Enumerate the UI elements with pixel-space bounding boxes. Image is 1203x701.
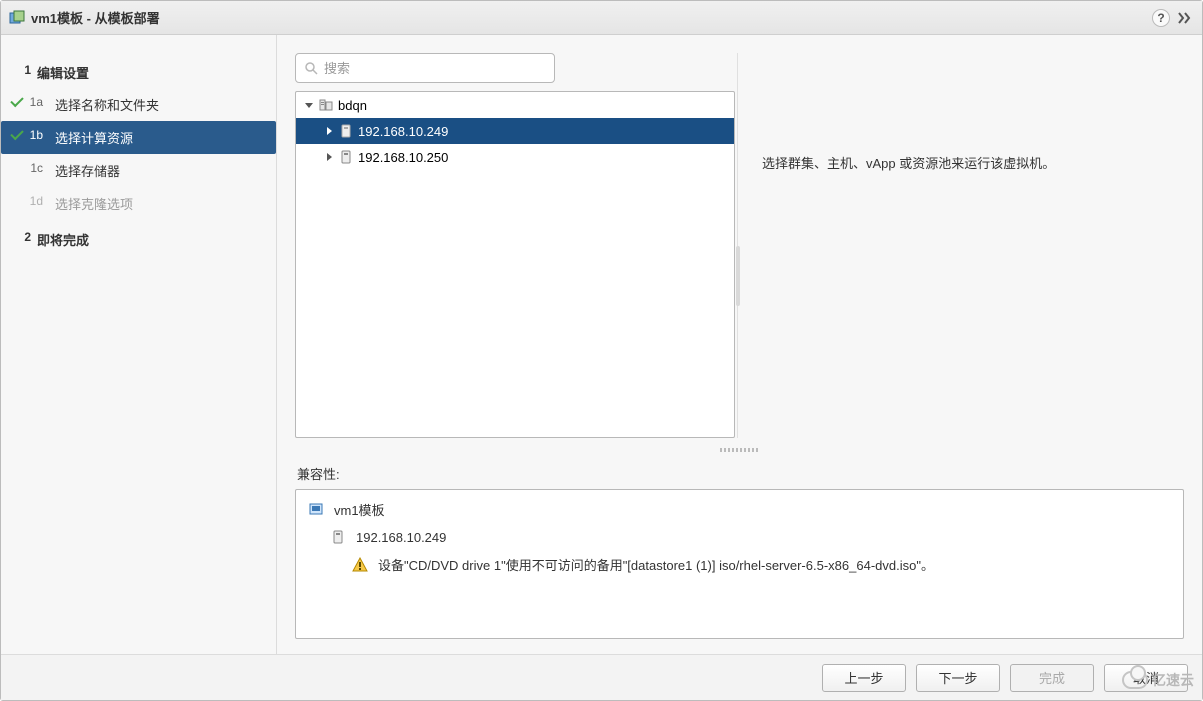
- compat-host-row: 192.168.10.249: [308, 529, 1171, 545]
- step-1b[interactable]: 1b 选择计算资源: [1, 121, 276, 154]
- tree-host-label: 192.168.10.249: [358, 124, 448, 139]
- host-icon: [330, 529, 346, 545]
- search-icon: [304, 61, 318, 75]
- step-group-1: 1 编辑设置: [1, 57, 276, 88]
- back-button[interactable]: 上一步: [822, 664, 906, 692]
- step-1a[interactable]: 1a 选择名称和文件夹: [1, 88, 276, 121]
- titlebar: vm1模板 - 从模板部署 ?: [1, 1, 1202, 35]
- host-icon: [338, 149, 354, 165]
- splitter-handle-vertical[interactable]: [736, 246, 740, 306]
- step-1c[interactable]: 1c 选择存储器: [1, 154, 276, 187]
- wizard-steps-sidebar: 1 编辑设置 1a 选择名称和文件夹 1b 选择计算资源 1c 选择存储器: [1, 35, 277, 654]
- expand-toggle-icon[interactable]: [302, 98, 316, 112]
- tree-host-label: 192.168.10.250: [358, 150, 448, 165]
- host-icon: [338, 123, 354, 139]
- help-button[interactable]: ?: [1152, 9, 1170, 27]
- tree-host-1[interactable]: 192.168.10.249: [296, 118, 734, 144]
- vm-icon: [308, 502, 324, 518]
- expand-toggle-icon[interactable]: [322, 150, 336, 164]
- compat-warning-row: 设备"CD/DVD drive 1"使用不可访问的备用"[datastore1 …: [308, 555, 1171, 574]
- tree-root[interactable]: bdqn: [296, 92, 734, 118]
- tree-root-label: bdqn: [338, 98, 367, 113]
- check-icon: [9, 94, 25, 110]
- vm-template-icon: [9, 10, 25, 26]
- next-button[interactable]: 下一步: [916, 664, 1000, 692]
- compat-vm-row: vm1模板: [308, 500, 1171, 519]
- description-text: 选择群集、主机、vApp 或资源池来运行该虚拟机。: [762, 156, 1055, 171]
- search-input[interactable]: [324, 61, 546, 76]
- description-pane: 选择群集、主机、vApp 或资源池来运行该虚拟机。: [737, 53, 1184, 438]
- step-group-2: 2 即将完成: [1, 224, 276, 255]
- expand-button[interactable]: [1174, 8, 1194, 28]
- tree-host-2[interactable]: 192.168.10.250: [296, 144, 734, 170]
- wizard-button-bar: 上一步 下一步 完成 取消: [1, 654, 1202, 700]
- window-title: vm1模板 - 从模板部署: [31, 8, 160, 27]
- compatibility-panel: vm1模板 192.168.10.249 设备"CD/DVD drive 1"使…: [295, 489, 1184, 639]
- warning-icon: [352, 557, 368, 573]
- datacenter-icon: [318, 97, 334, 113]
- search-box[interactable]: [295, 53, 555, 83]
- expand-toggle-icon[interactable]: [322, 124, 336, 138]
- check-icon: [9, 127, 25, 143]
- cancel-button[interactable]: 取消: [1104, 664, 1188, 692]
- compatibility-label: 兼容性:: [297, 464, 1184, 483]
- splitter-horizontal[interactable]: [295, 444, 1184, 456]
- finish-button: 完成: [1010, 664, 1094, 692]
- step-1d: 1d 选择克隆选项: [1, 187, 276, 220]
- compute-resource-tree[interactable]: bdqn 192.168.10.249: [295, 91, 735, 438]
